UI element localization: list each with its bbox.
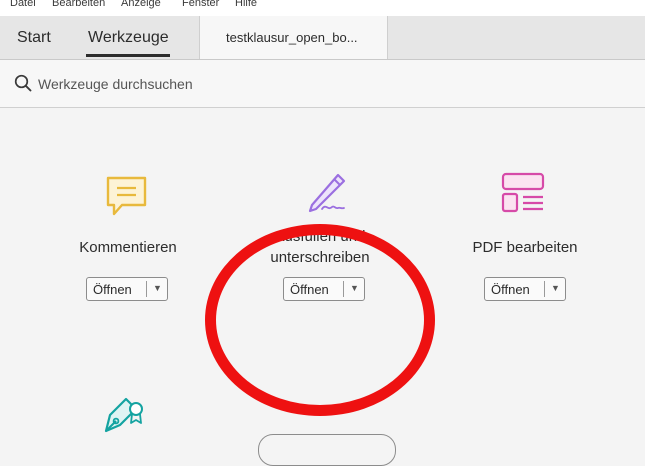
tool-label-edit-pdf: PDF bearbeiten [472,239,578,256]
tab-tools[interactable]: Werkzeuge [88,29,169,47]
tool-label-comment: Kommentieren [79,239,177,256]
chevron-down-icon[interactable]: ▼ [153,283,162,293]
search-icon [14,74,32,97]
tab-document-label: testklausur_open_bo... [226,30,358,45]
open-button-comment[interactable]: Öffnen ▼ [86,277,168,301]
certificate-pen-icon [100,387,150,442]
chevron-down-icon[interactable]: ▼ [551,283,560,293]
search-input[interactable]: Werkzeuge durchsuchen [38,76,193,92]
menu-anzeige[interactable]: Anzeige [121,0,161,9]
tab-start[interactable]: Start [17,29,51,47]
fill-sign-pen-icon [300,163,354,222]
menu-datei[interactable]: Datei [10,0,36,9]
menu-hilfe[interactable]: Hilfe [235,0,257,9]
highlight-circle [205,224,435,416]
open-button-certificate[interactable] [258,434,396,466]
open-button-label: Öffnen [491,282,530,297]
menu-bar: Datei Bearbeiten Anzeige Fenster Hilfe [0,0,645,16]
tab-bar: Start Werkzeuge testklausur_open_bo... [0,16,645,60]
active-tab-indicator [86,54,170,57]
menu-fenster[interactable]: Fenster [182,0,219,9]
tab-document[interactable]: testklausur_open_bo... [199,16,388,59]
open-button-edit-pdf[interactable]: Öffnen ▼ [484,277,566,301]
comment-icon [104,174,150,225]
tools-grid: Kommentieren Öffnen ▼ Ausfüllen und unte… [0,108,645,466]
menu-bearbeiten[interactable]: Bearbeiten [52,0,105,9]
edit-pdf-icon [501,172,547,221]
tools-search-bar[interactable]: Werkzeuge durchsuchen [0,60,645,108]
open-button-label: Öffnen [93,282,132,297]
